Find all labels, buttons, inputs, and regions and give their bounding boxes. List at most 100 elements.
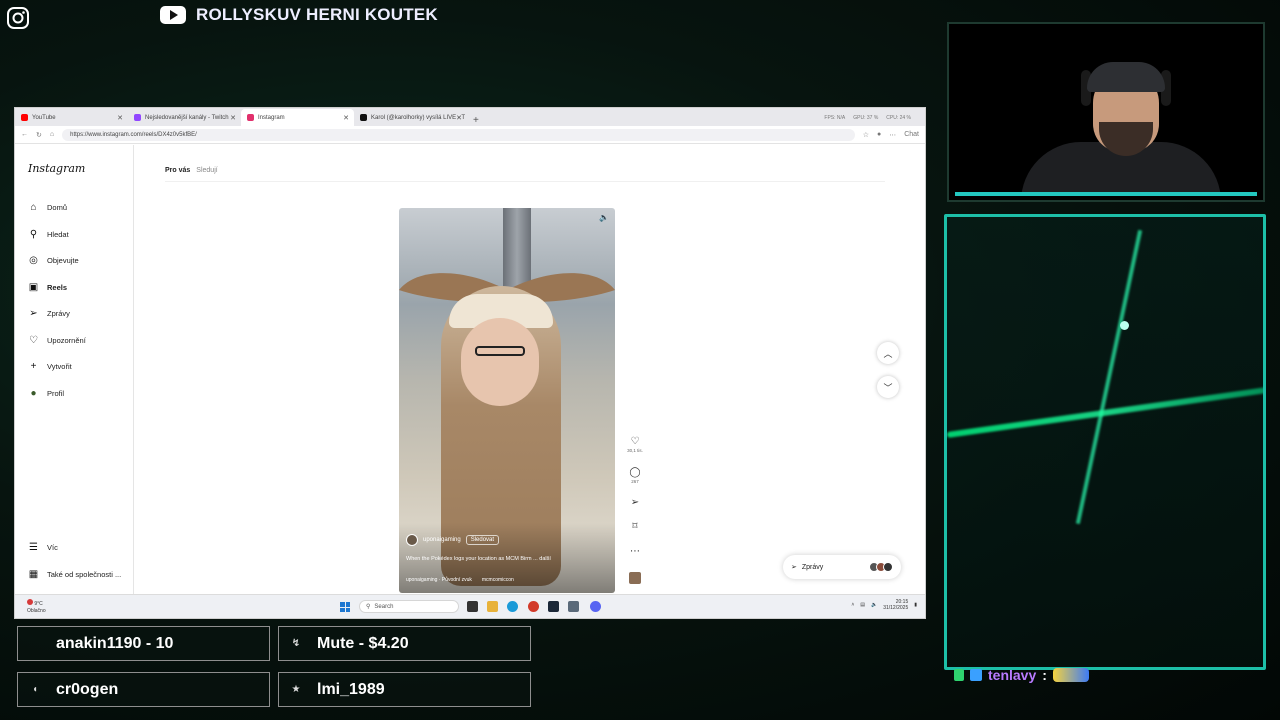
- avatar[interactable]: [406, 534, 418, 546]
- glasses: [475, 346, 525, 356]
- back-icon[interactable]: ←: [21, 131, 28, 138]
- calculator-icon[interactable]: [568, 601, 579, 612]
- app-icon[interactable]: [528, 601, 539, 612]
- decor-dot: [1120, 321, 1129, 330]
- audio-label[interactable]: uponaigaming · Původní zvuk: [406, 577, 472, 583]
- extensions-icon[interactable]: ☆: [863, 131, 869, 139]
- weather-widget[interactable]: 9°C Oblačno: [27, 599, 46, 615]
- tab-youtube[interactable]: YouTube ✕: [15, 109, 128, 126]
- chat-separator: :: [1042, 667, 1047, 683]
- reel-video[interactable]: 🔈 uponaigaming Sledovat When the Pokédex…: [399, 208, 615, 593]
- nav-explore[interactable]: ◎ Objevujte: [28, 254, 79, 266]
- file-explorer-icon[interactable]: [487, 601, 498, 612]
- edge-icon[interactable]: [507, 601, 518, 612]
- windows-start-icon[interactable]: [340, 602, 350, 612]
- nav-label: Reels: [47, 282, 68, 292]
- close-icon[interactable]: ✕: [343, 114, 349, 122]
- volume-icon[interactable]: 🔈: [599, 213, 609, 222]
- send-icon: ➢: [630, 497, 640, 508]
- tab-label: Karol (@karolhorky) vysílá LIVE - T: [371, 114, 466, 121]
- reload-icon[interactable]: ↻: [36, 131, 42, 139]
- previous-reel-button[interactable]: ︿: [877, 342, 899, 364]
- chevron-up-icon[interactable]: ˄: [851, 602, 854, 608]
- message-avatars: [869, 562, 893, 572]
- chat-button[interactable]: Chat: [904, 131, 919, 138]
- follow-button[interactable]: Sledovat: [465, 535, 500, 545]
- search-icon: ⚲: [366, 604, 371, 610]
- reel-audio: uponaigaming · Původní zvuk mcmcomiccon: [406, 577, 514, 583]
- cpu-stat: CPU: 24 %: [886, 114, 911, 121]
- author-name[interactable]: uponaigaming: [423, 537, 461, 543]
- volume-icon[interactable]: 🔈: [871, 602, 877, 608]
- nav-home[interactable]: ⌂ Domů: [28, 201, 67, 213]
- messages-button[interactable]: ➢ Zprávy: [783, 555, 901, 579]
- url-field[interactable]: https://www.instagram.com/reels/DX4z0v5k…: [62, 128, 855, 141]
- comment-button[interactable]: ◯ 267: [627, 467, 643, 484]
- reel-caption[interactable]: When the Pokédex logs your location as M…: [406, 556, 551, 562]
- windows-taskbar: 9°C Oblačno ⚲ Search ˄ ▤ 🔈 20:15 31/12/2…: [15, 594, 925, 618]
- comment-icon: ◯: [629, 467, 641, 478]
- like-button[interactable]: ♡ 30,1 tis.: [627, 436, 643, 453]
- notification-icon[interactable]: ▮: [914, 602, 917, 608]
- audio-thumbnail[interactable]: [629, 572, 641, 584]
- event-text: cr0ogen: [56, 680, 119, 698]
- tab-karol[interactable]: Karol (@karolhorky) vysílá LIVE - T ✕: [354, 109, 467, 126]
- close-icon[interactable]: ✕: [117, 114, 123, 122]
- instagram-logo[interactable]: Instagram: [28, 162, 85, 175]
- nav-create[interactable]: + Vytvořit: [28, 360, 72, 372]
- instagram-icon: [7, 7, 29, 29]
- more-button[interactable]: ⋯: [627, 546, 643, 557]
- date: 31/12/2025: [883, 605, 909, 611]
- reels-icon: ▣: [28, 281, 39, 293]
- tab-following[interactable]: Sledují: [196, 167, 217, 174]
- close-icon[interactable]: ✕: [456, 114, 462, 122]
- nav-label: Také od společnosti ...: [47, 569, 122, 579]
- browser-window: YouTube ✕ Nejsledovanější kanály - Twitc…: [14, 107, 926, 619]
- profile-avatar-icon[interactable]: ●: [877, 131, 881, 138]
- nav-label: Domů: [47, 202, 68, 212]
- nav-notifications[interactable]: ♡ Upozornění: [28, 334, 86, 346]
- next-reel-button[interactable]: ﹀: [877, 376, 899, 398]
- youtube-favicon-icon: [21, 114, 28, 121]
- home-icon[interactable]: ⌂: [50, 131, 54, 138]
- nav-label: Hledat: [47, 229, 69, 239]
- nav-search[interactable]: ⚲ Hledat: [28, 228, 69, 240]
- event-box: ★ lmi_1989: [278, 672, 531, 707]
- plus-icon: +: [30, 360, 37, 372]
- nav-reels[interactable]: ▣ Reels: [28, 281, 67, 293]
- event-text: anakin1190 - 10: [56, 634, 174, 652]
- share-button[interactable]: ➢: [627, 497, 643, 508]
- nav-label: Upozornění: [47, 335, 86, 345]
- clock[interactable]: 20:15 31/12/2025: [883, 599, 908, 611]
- youtube-icon: [160, 6, 186, 24]
- weather-alert-icon: [27, 599, 33, 605]
- fps-stat: FPS: N/A: [824, 114, 846, 121]
- nav-more[interactable]: ☰ Víc: [28, 541, 58, 553]
- tab-twitch[interactable]: Nejsledovanější kanály - Twitch ✕: [128, 109, 241, 126]
- nav-meta[interactable]: ▦ Také od společnosti ...: [28, 568, 121, 580]
- nav-label: Profil: [47, 388, 65, 398]
- close-icon[interactable]: ✕: [230, 114, 236, 122]
- search-placeholder: Search: [374, 603, 394, 610]
- task-view-icon[interactable]: [467, 601, 478, 612]
- new-tab-button[interactable]: +: [467, 115, 485, 126]
- streamer-cap: [1087, 62, 1165, 92]
- discord-icon[interactable]: [590, 601, 601, 612]
- event-box: ◖ cr0ogen: [17, 672, 270, 707]
- steam-icon[interactable]: [548, 601, 559, 612]
- channel-header: ROLLYSKUV HERNI KOUTEK: [160, 4, 438, 26]
- badge-icon: [970, 669, 982, 681]
- nav-messages[interactable]: ➢ Zprávy: [28, 307, 70, 319]
- gpu-stat: GPU: 37 %: [853, 114, 879, 121]
- save-button[interactable]: ⌑: [627, 521, 643, 532]
- menu-icon[interactable]: ⋯: [889, 131, 896, 139]
- kick-badge-icon: [954, 669, 964, 681]
- taskbar-search[interactable]: ⚲ Search: [359, 600, 459, 613]
- tab-for-you[interactable]: Pro vás: [165, 167, 190, 174]
- compass-icon: ◎: [29, 254, 38, 266]
- network-icon[interactable]: ▤: [860, 602, 865, 608]
- tab-label: YouTube: [32, 114, 56, 121]
- nav-profile[interactable]: ● Profil: [28, 387, 64, 399]
- location-label[interactable]: mcmcomiccon: [482, 577, 514, 583]
- tab-instagram[interactable]: Instagram ✕: [241, 109, 354, 126]
